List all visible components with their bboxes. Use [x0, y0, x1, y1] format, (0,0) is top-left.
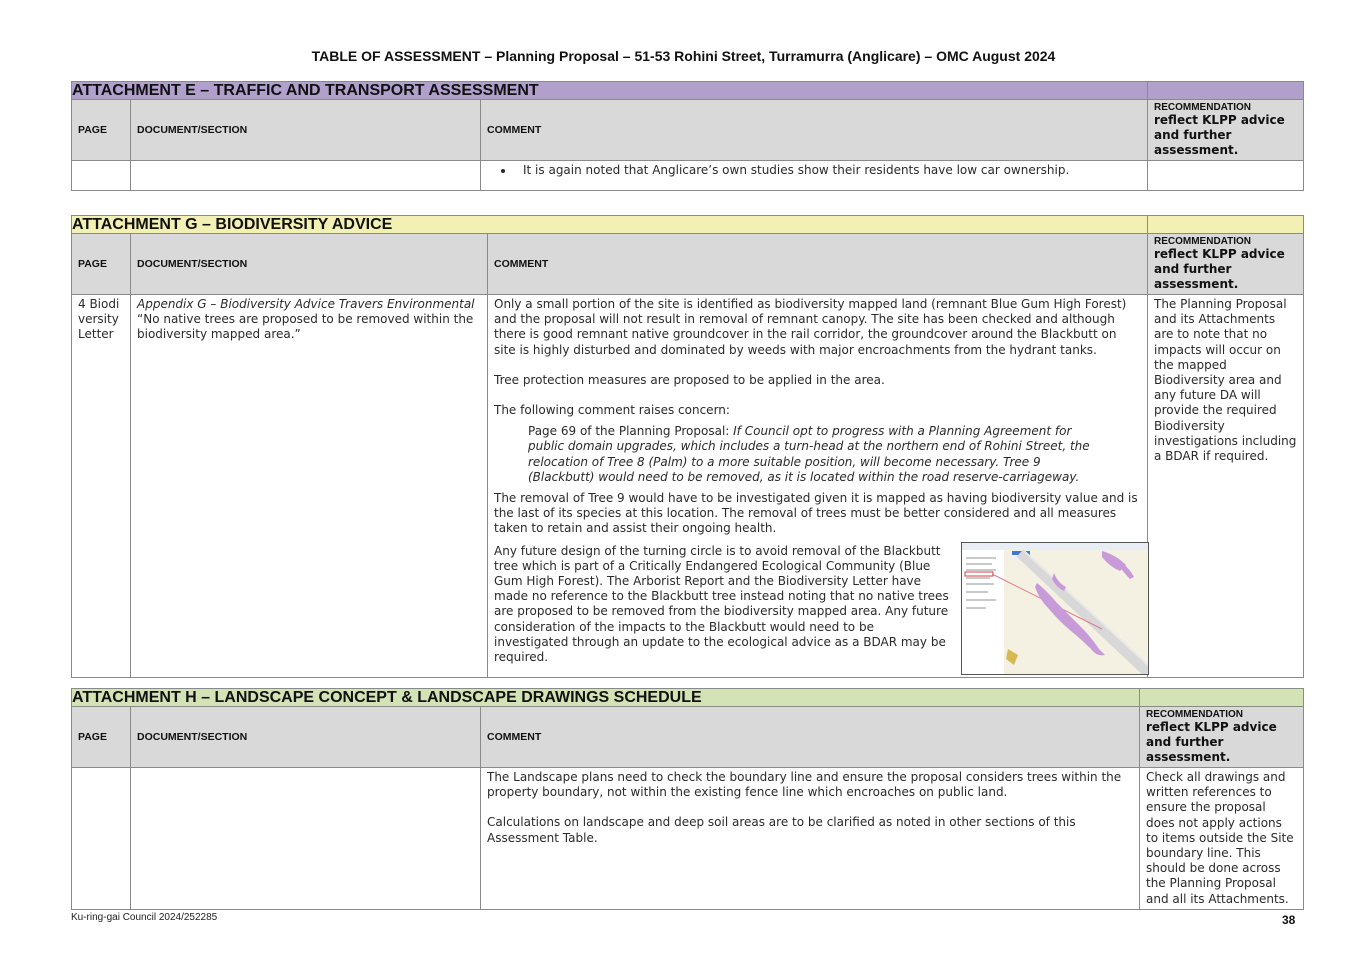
- att-e-row-comment: It is again noted that Anglicare’s own s…: [480, 160, 1148, 191]
- document-title: TABLE OF ASSESSMENT – Planning Proposal …: [311, 48, 1056, 64]
- att-g-comment-p1: Only a small portion of the site is iden…: [494, 297, 1127, 357]
- page-header: PAGE: [71, 99, 131, 161]
- att-h-comment-p2: Calculations on landscape and deep soil …: [487, 815, 1076, 845]
- document-section-header: DOCUMENT/SECTION: [130, 233, 488, 295]
- att-e-row-section: [130, 160, 481, 191]
- attachment-e-band-right: [1147, 81, 1304, 100]
- attachment-g-title: ATTACHMENT G – BIODIVERSITY ADVICE: [71, 215, 1148, 234]
- page-header: PAGE: [71, 706, 131, 768]
- attachment-h-band-right: [1139, 688, 1304, 707]
- recommendation-header: RECOMMENDATION reflect KLPP advice and f…: [1139, 706, 1304, 768]
- comment-header: COMMENT: [487, 233, 1148, 295]
- att-e-row-page: [71, 160, 131, 191]
- att-e-row-recommendation: [1147, 160, 1304, 191]
- att-h-row-section: [130, 767, 481, 910]
- att-h-row-page: [71, 767, 131, 910]
- att-g-section-title: Appendix G – Biodiversity Advice Travers…: [137, 297, 475, 311]
- att-h-comment-p1: The Landscape plans need to check the bo…: [487, 770, 1122, 800]
- document-section-header: DOCUMENT/SECTION: [130, 99, 481, 161]
- attachment-e-table: ATTACHMENT E – TRAFFIC AND TRANSPORT ASS…: [71, 81, 1304, 191]
- recommendation-label: RECOMMENDATION: [1154, 102, 1252, 113]
- comment-header: COMMENT: [480, 706, 1140, 768]
- footer-reference: Ku-ring-gai Council 2024/252285: [71, 912, 218, 923]
- att-g-section-quote: “No native trees are proposed to be remo…: [137, 312, 474, 342]
- document-section-header: DOCUMENT/SECTION: [130, 706, 481, 768]
- recommendation-label: RECOMMENDATION: [1154, 236, 1252, 247]
- page-header: PAGE: [71, 233, 131, 295]
- att-g-comment-p3: The following comment raises concern:: [494, 403, 730, 418]
- recommendation-header: RECOMMENDATION reflect KLPP advice and f…: [1147, 233, 1304, 295]
- comment-header: COMMENT: [480, 99, 1148, 161]
- attachment-h-table: ATTACHMENT H – LANDSCAPE CONCEPT & LANDS…: [71, 688, 1304, 910]
- attachment-g-table: ATTACHMENT G – BIODIVERSITY ADVICE PAGE …: [71, 215, 1304, 678]
- page-number: 38: [1282, 913, 1296, 927]
- att-e-comment-bullet: It is again noted that Anglicare’s own s…: [515, 163, 1141, 178]
- attachment-g-band-right: [1147, 215, 1304, 234]
- att-g-comment-quote: Page 69 of the Planning Proposal: If Cou…: [528, 424, 1101, 485]
- att-g-comment-p2: Tree protection measures are proposed to…: [494, 372, 885, 387]
- att-g-row-page: 4 Biodiversity Letter: [71, 294, 131, 678]
- att-g-row-comment: Only a small portion of the site is iden…: [487, 294, 1149, 678]
- recommendation-header: RECOMMENDATION reflect KLPP advice and f…: [1147, 99, 1304, 161]
- attachment-h-title: ATTACHMENT H – LANDSCAPE CONCEPT & LANDS…: [71, 688, 1140, 707]
- att-h-row-comment: The Landscape plans need to check the bo…: [480, 767, 1140, 910]
- biodiversity-map-graphic: [962, 542, 1148, 674]
- recommendation-label: RECOMMENDATION: [1146, 709, 1244, 720]
- att-h-row-recommendation: Check all drawings and written reference…: [1139, 767, 1304, 910]
- att-g-quote-lead: Page 69 of the Planning Proposal:: [528, 424, 734, 439]
- att-g-comment-p4: The removal of Tree 9 would have to be i…: [494, 491, 1138, 536]
- attachment-e-title: ATTACHMENT E – TRAFFIC AND TRANSPORT ASS…: [71, 81, 1148, 100]
- att-g-row-section: Appendix G – Biodiversity Advice Travers…: [130, 294, 488, 678]
- biodiversity-map-image: [961, 541, 1149, 675]
- recommendation-subtitle: reflect KLPP advice and further assessme…: [1154, 113, 1285, 157]
- att-g-row-recommendation: The Planning Proposal and its Attachment…: [1147, 294, 1304, 678]
- recommendation-subtitle: reflect KLPP advice and further assessme…: [1146, 720, 1277, 764]
- recommendation-subtitle: reflect KLPP advice and further assessme…: [1154, 247, 1285, 291]
